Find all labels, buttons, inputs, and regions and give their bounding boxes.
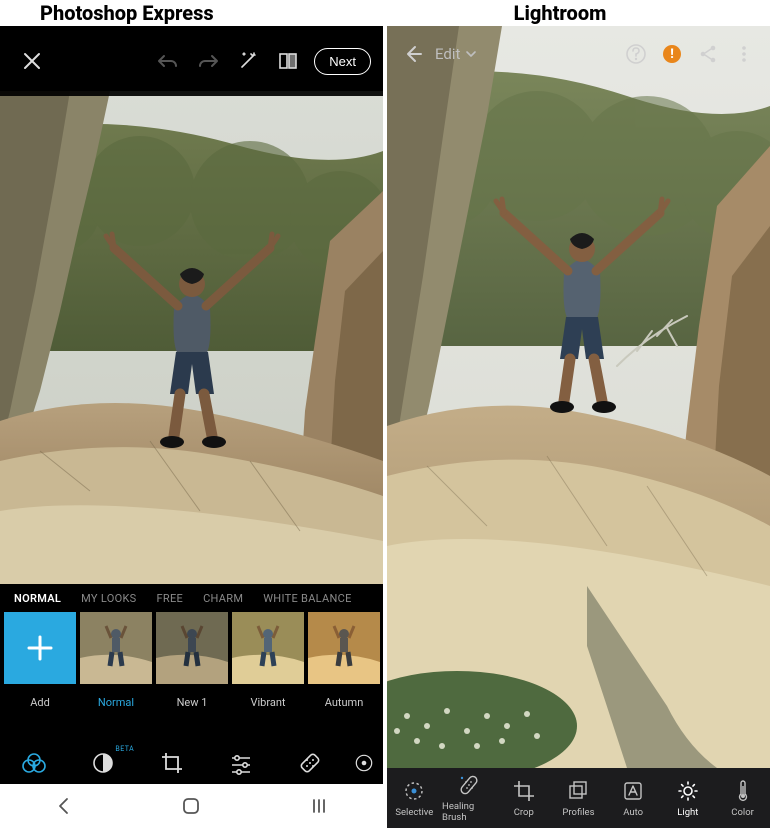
- psx-tab-free[interactable]: FREE: [147, 592, 194, 605]
- lr-mode-dropdown[interactable]: Edit: [435, 45, 478, 63]
- psx-tool-heal-icon[interactable]: [285, 743, 335, 783]
- lr-mode-label: Edit: [435, 45, 460, 63]
- lr-tool-auto[interactable]: Auto: [606, 779, 660, 818]
- back-arrow-icon[interactable]: [395, 43, 431, 65]
- lightroom-screen: Edit ! Selective Healing Brush: [387, 26, 770, 828]
- plus-icon: [25, 633, 55, 663]
- title-photoshop-express: Photoshop Express: [40, 1, 214, 25]
- lr-tool-crop[interactable]: Crop: [497, 779, 551, 818]
- color-temp-icon: [732, 779, 754, 803]
- next-button[interactable]: Next: [314, 48, 371, 75]
- psx-tab-white-balance[interactable]: WHITE BALANCE: [253, 592, 361, 605]
- lr-tool-selective[interactable]: Selective: [387, 779, 441, 818]
- compare-icon[interactable]: [268, 41, 308, 81]
- psx-thumb-label: Add: [30, 696, 50, 709]
- psx-tool-effects-icon[interactable]: BETA: [78, 743, 128, 783]
- lr-tool-label: Selective: [395, 807, 433, 818]
- lr-tool-profiles[interactable]: Profiles: [551, 779, 605, 818]
- magic-wand-icon[interactable]: [228, 41, 268, 81]
- crop-icon: [513, 779, 535, 803]
- psx-tab-normal[interactable]: NORMAL: [4, 592, 71, 605]
- undo-icon[interactable]: [148, 41, 188, 81]
- psx-bottom-tools: BETA: [0, 742, 383, 784]
- comparison-titles: Photoshop Express Lightroom: [0, 0, 770, 26]
- lr-tool-label: Healing Brush: [442, 801, 496, 823]
- profiles-icon: [567, 779, 589, 803]
- psx-thumb-label: Autumn: [325, 696, 364, 709]
- psx-filter-thumbnails[interactable]: Add Normal New 1 Vibrant Autumn: [0, 612, 383, 724]
- lr-tool-label: Profiles: [562, 807, 594, 818]
- psx-thumb-vibrant[interactable]: Vibrant: [232, 612, 304, 724]
- chevron-down-icon: [464, 47, 478, 61]
- android-back-icon[interactable]: [34, 796, 94, 816]
- lr-top-bar: Edit !: [387, 26, 770, 82]
- android-home-icon[interactable]: [161, 796, 221, 816]
- psx-tool-looks-icon[interactable]: [9, 743, 59, 783]
- psx-tab-charm[interactable]: CHARM: [193, 592, 253, 605]
- overflow-menu-icon[interactable]: [726, 36, 762, 72]
- selective-icon: [403, 779, 425, 803]
- lr-tool-healing[interactable]: Healing Brush: [442, 773, 496, 823]
- share-icon[interactable]: [690, 36, 726, 72]
- psx-tool-adjust-icon[interactable]: [216, 743, 266, 783]
- psx-tab-my-looks[interactable]: MY LOOKS: [71, 592, 146, 605]
- healing-brush-icon: [458, 773, 480, 797]
- psx-thumb-normal[interactable]: Normal: [80, 612, 152, 724]
- psx-thumb-label: Vibrant: [250, 696, 285, 709]
- psx-main-photo[interactable]: [0, 91, 383, 586]
- warning-badge-icon[interactable]: !: [654, 36, 690, 72]
- psx-top-bar: Next: [0, 26, 383, 96]
- lr-tool-color[interactable]: Color: [716, 779, 770, 818]
- beta-badge: BETA: [115, 745, 134, 753]
- lr-main-photo[interactable]: [387, 26, 770, 768]
- psx-filter-tabs[interactable]: NORMAL MY LOOKS FREE CHARM WHITE BALANCE: [0, 584, 383, 612]
- close-icon[interactable]: [12, 41, 52, 81]
- lr-tool-light[interactable]: Light: [661, 779, 715, 818]
- psx-tool-crop-icon[interactable]: [147, 743, 197, 783]
- lr-tool-label: Light: [677, 807, 698, 818]
- android-nav-bar: [0, 784, 383, 828]
- psx-thumb-label: Normal: [98, 696, 134, 709]
- photoshop-express-screen: Next: [0, 26, 383, 828]
- lr-tool-label: Auto: [623, 807, 643, 818]
- psx-thumb-new1[interactable]: New 1: [156, 612, 228, 724]
- psx-tool-more-icon[interactable]: [354, 743, 374, 783]
- lr-bottom-tools: Selective Healing Brush Crop Profiles Au…: [387, 768, 770, 828]
- psx-thumb-add[interactable]: Add: [4, 612, 76, 724]
- psx-thumb-autumn[interactable]: Autumn: [308, 612, 380, 724]
- psx-thumb-label: New 1: [177, 696, 208, 709]
- title-lightroom: Lightroom: [514, 1, 607, 25]
- auto-icon: [622, 779, 644, 803]
- lr-tool-label: Crop: [514, 807, 534, 818]
- redo-icon[interactable]: [188, 41, 228, 81]
- android-recents-icon[interactable]: [289, 796, 349, 816]
- light-icon: [677, 779, 699, 803]
- lr-tool-label: Color: [731, 807, 754, 818]
- help-icon[interactable]: [618, 36, 654, 72]
